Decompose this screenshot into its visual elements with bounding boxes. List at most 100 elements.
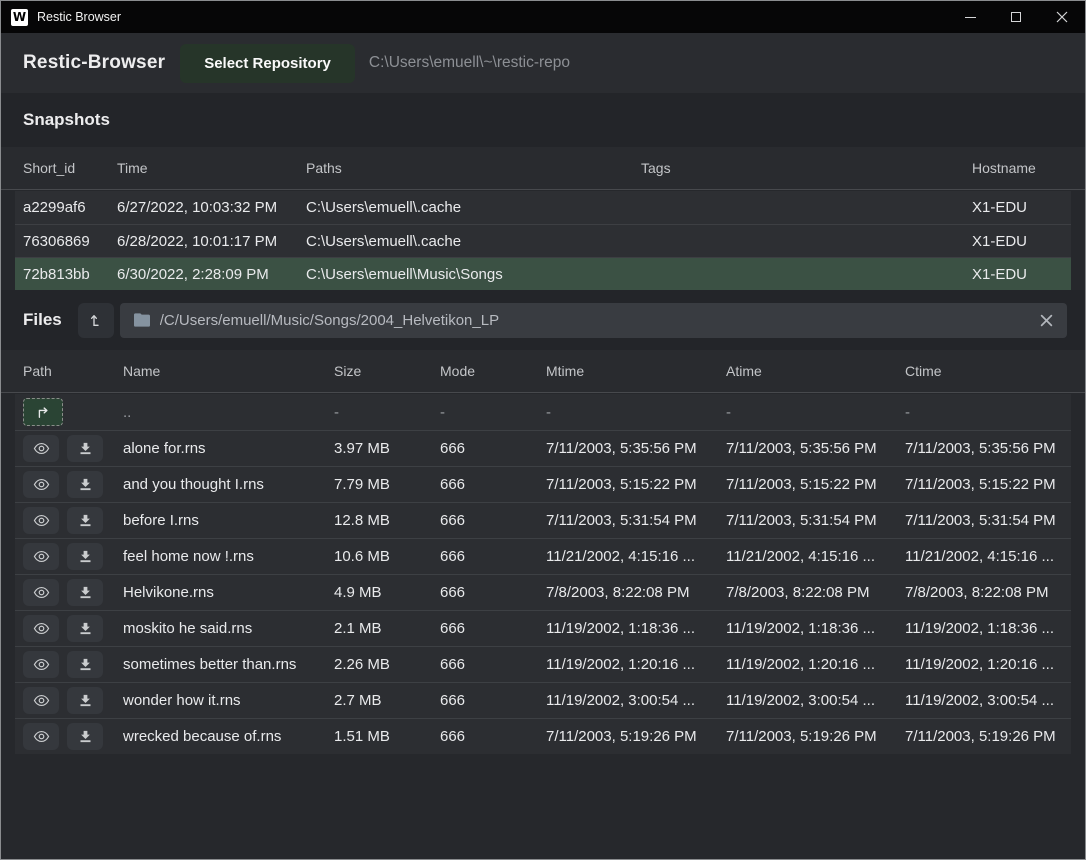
preview-button[interactable] [23,615,59,642]
titlebar: W Restic Browser [1,1,1085,33]
snapshot-hostname: X1-EDU [972,199,1071,216]
snapshot-row[interactable]: a2299af6 6/27/2022, 10:03:32 PM C:\Users… [15,191,1071,224]
preview-button[interactable] [23,543,59,570]
close-button[interactable] [1039,1,1085,33]
current-path-input[interactable]: /C/Users/emuell/Music/Songs/2004_Helveti… [120,303,1067,338]
file-row[interactable]: feel home now !.rns 10.6 MB 666 11/21/20… [15,538,1071,574]
column-short-id: Short_id [23,160,117,176]
preview-button[interactable] [23,651,59,678]
preview-button[interactable] [23,471,59,498]
file-row[interactable]: sometimes better than.rns 2.26 MB 666 11… [15,646,1071,682]
app-header: Restic-Browser Select Repository C:\User… [1,33,1085,93]
file-mtime: 7/11/2003, 5:15:22 PM [546,476,726,493]
preview-button[interactable] [23,579,59,606]
download-button[interactable] [67,579,103,606]
select-repository-button[interactable]: Select Repository [180,44,355,83]
file-size: 12.8 MB [334,512,440,529]
eye-icon [33,658,50,671]
folder-icon [134,313,150,327]
file-mode: 666 [440,620,546,637]
snapshot-paths: C:\Users\emuell\.cache [306,233,641,250]
files-table-header: Path Name Size Mode Mtime Atime Ctime [1,350,1085,393]
file-row[interactable]: moskito he said.rns 2.1 MB 666 11/19/200… [15,610,1071,646]
snapshot-hostname: X1-EDU [972,233,1071,250]
column-hostname: Hostname [972,160,1085,176]
file-name: wrecked because of.rns [123,728,334,745]
maximize-button[interactable] [993,1,1039,33]
snapshot-short-id: 72b813bb [23,266,117,283]
file-mtime: 7/11/2003, 5:31:54 PM [546,512,726,529]
download-button[interactable] [67,543,103,570]
file-mode: 666 [440,692,546,709]
snapshot-row-selected[interactable]: 72b813bb 6/30/2022, 2:28:09 PM C:\Users\… [15,257,1071,290]
file-row[interactable]: alone for.rns 3.97 MB 666 7/11/2003, 5:3… [15,430,1071,466]
download-button[interactable] [67,507,103,534]
file-mode: 666 [440,476,546,493]
preview-button[interactable] [23,507,59,534]
download-icon [78,585,93,600]
download-button[interactable] [67,651,103,678]
file-name: .. [123,404,334,421]
download-icon [78,549,93,564]
download-icon [78,729,93,744]
file-row[interactable]: and you thought I.rns 7.79 MB 666 7/11/2… [15,466,1071,502]
parent-directory-button[interactable] [23,398,63,426]
eye-icon [33,694,50,707]
file-mtime: 7/8/2003, 8:22:08 PM [546,584,726,601]
close-icon [1040,314,1053,327]
go-to-root-button[interactable] [78,303,114,338]
file-name: wonder how it.rns [123,692,334,709]
window-title: Restic Browser [37,10,121,24]
snapshot-row[interactable]: 76306869 6/28/2022, 10:01:17 PM C:\Users… [15,224,1071,257]
file-mode: - [440,404,546,421]
file-size: 1.51 MB [334,728,440,745]
minimize-button[interactable] [947,1,993,33]
preview-button[interactable] [23,435,59,462]
app-title: Restic-Browser [23,52,165,74]
download-icon [78,477,93,492]
level-up-icon [88,312,104,328]
download-button[interactable] [67,471,103,498]
close-icon [1056,11,1068,23]
file-name: before I.rns [123,512,334,529]
file-row[interactable]: wonder how it.rns 2.7 MB 666 11/19/2002,… [15,682,1071,718]
files-title: Files [23,310,62,330]
file-name: and you thought I.rns [123,476,334,493]
snapshot-time: 6/27/2022, 10:03:32 PM [117,199,306,216]
file-name: Helvikone.rns [123,584,334,601]
file-atime: 7/8/2003, 8:22:08 PM [726,584,905,601]
download-button[interactable] [67,723,103,750]
file-row[interactable]: before I.rns 12.8 MB 666 7/11/2003, 5:31… [15,502,1071,538]
download-button[interactable] [67,435,103,462]
snapshot-paths: C:\Users\emuell\Music\Songs [306,266,641,283]
file-row[interactable]: Helvikone.rns 4.9 MB 666 7/8/2003, 8:22:… [15,574,1071,610]
column-path: Path [23,363,123,379]
preview-button[interactable] [23,687,59,714]
file-atime: 7/11/2003, 5:35:56 PM [726,440,905,457]
eye-icon [33,550,50,563]
file-size: 2.7 MB [334,692,440,709]
file-ctime: 7/11/2003, 5:15:22 PM [905,476,1071,493]
file-mtime: 11/21/2002, 4:15:16 ... [546,548,726,565]
column-atime: Atime [726,363,905,379]
file-atime: 11/19/2002, 1:20:16 ... [726,656,905,673]
file-ctime: 11/19/2002, 3:00:54 ... [905,692,1071,709]
current-path-value: /C/Users/emuell/Music/Songs/2004_Helveti… [160,312,1030,329]
clear-path-button[interactable] [1040,314,1053,327]
parent-directory-row[interactable]: .. - - - - - [15,394,1071,430]
snapshots-section-header: Snapshots [1,93,1085,147]
file-size: 7.79 MB [334,476,440,493]
file-row[interactable]: wrecked because of.rns 1.51 MB 666 7/11/… [15,718,1071,754]
download-icon [78,693,93,708]
file-ctime: 7/11/2003, 5:35:56 PM [905,440,1071,457]
download-button[interactable] [67,615,103,642]
file-name: sometimes better than.rns [123,656,334,673]
eye-icon [33,622,50,635]
snapshots-title: Snapshots [23,110,110,130]
download-button[interactable] [67,687,103,714]
minimize-icon [965,17,976,18]
file-ctime: 11/19/2002, 1:20:16 ... [905,656,1071,673]
eye-icon [33,514,50,527]
preview-button[interactable] [23,723,59,750]
file-size: 10.6 MB [334,548,440,565]
